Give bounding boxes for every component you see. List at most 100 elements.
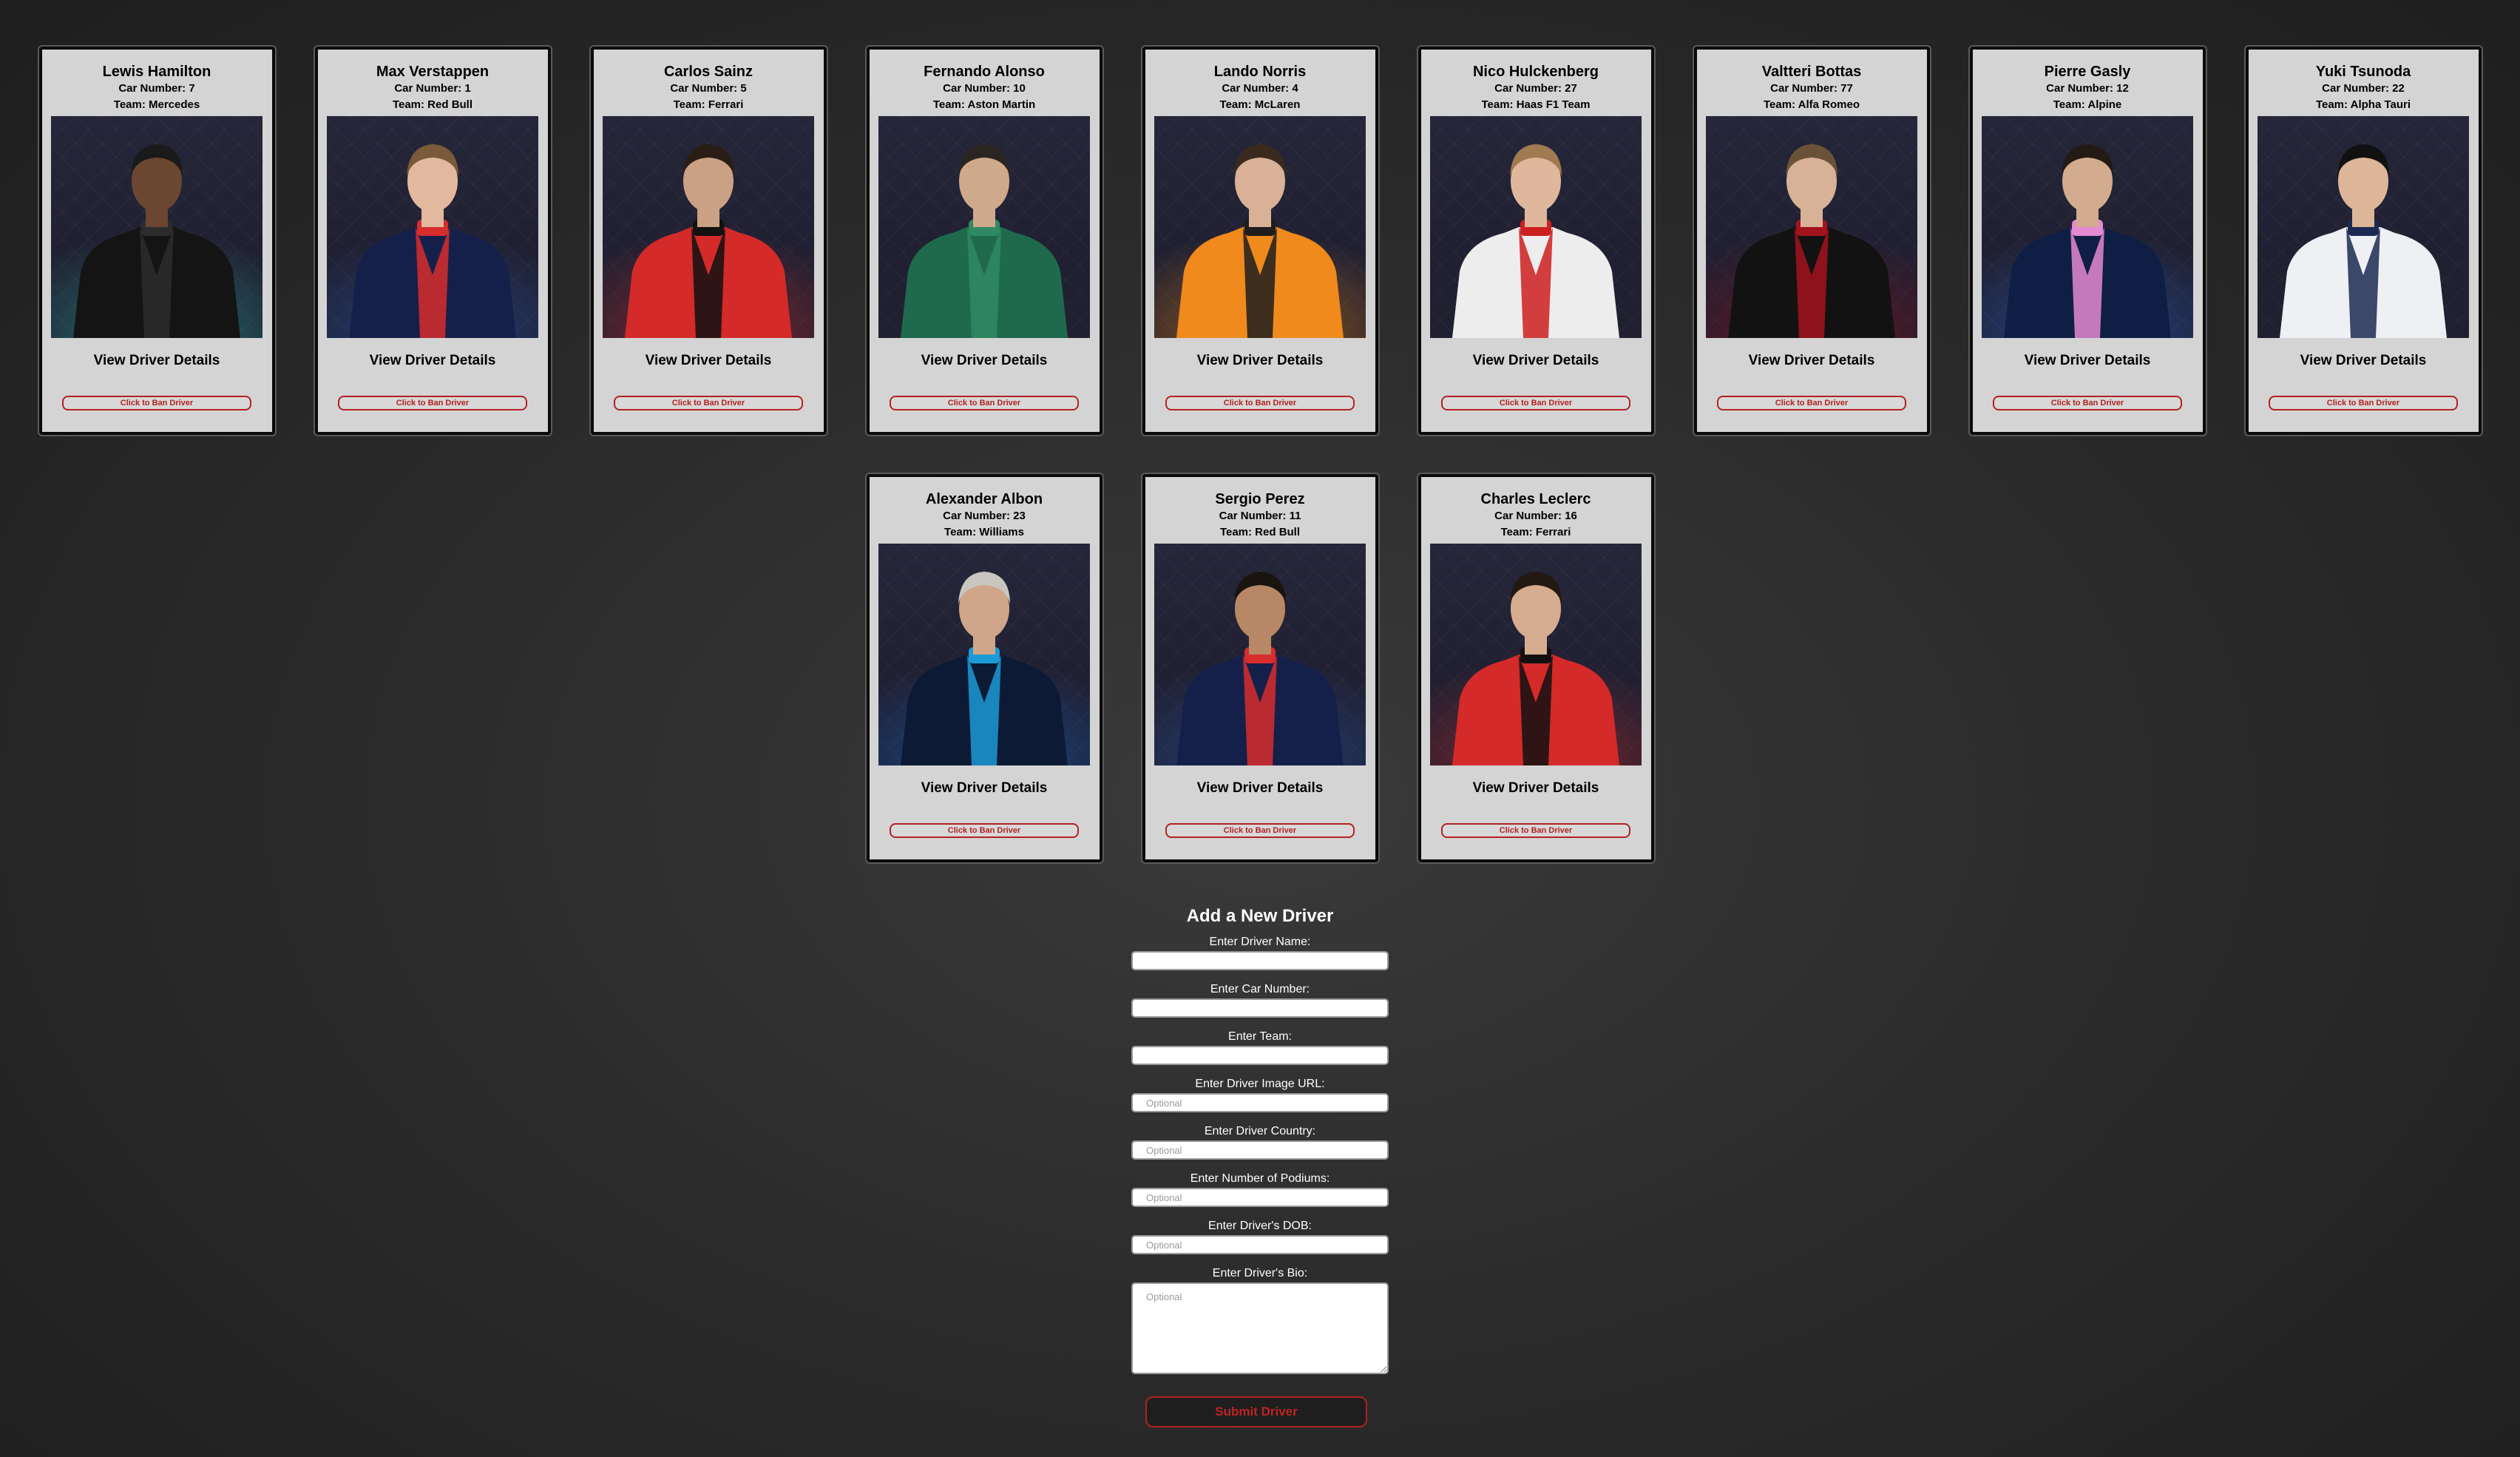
add-driver-form: Add a New Driver Enter Driver Name: Enter… [0,904,2520,1427]
ban-driver-button[interactable]: Click to Ban Driver [890,823,1079,838]
view-driver-details-link[interactable]: View Driver Details [2025,353,2151,369]
driver-photo [603,116,814,338]
driver-name: Lewis Hamilton [102,64,211,80]
driver-card: Alexander Albon Car Number: 23 Team: Wil… [866,474,1102,862]
driver-card: Pierre Gasly Car Number: 12 Team: Alpine [1969,47,2206,435]
form-input-5[interactable] [1131,1188,1389,1207]
driver-team: Team: Alpine [2053,98,2122,111]
view-driver-details-link[interactable]: View Driver Details [1473,780,1599,797]
driver-car-number: Car Number: 27 [1494,82,1577,95]
driver-portrait-image [1154,144,1366,338]
form-title: Add a New Driver [1186,906,1334,926]
field-label: Enter Driver Image URL: [1195,1078,1325,1090]
field-label: Enter Team: [1228,1030,1292,1043]
form-input-4[interactable] [1131,1140,1389,1160]
ban-driver-button[interactable]: Click to Ban Driver [1165,823,1355,838]
ban-driver-button[interactable]: Click to Ban Driver [62,396,251,410]
driver-card: Fernando Alonso Car Number: 10 Team: Ast… [866,47,1102,435]
driver-card: Valtteri Bottas Car Number: 77 Team: Alf… [1693,47,1930,435]
form-input-2[interactable] [1131,1046,1389,1065]
driver-photo [1982,116,2193,338]
driver-car-number: Car Number: 7 [118,82,195,95]
ban-driver-button[interactable]: Click to Ban Driver [1717,396,1906,410]
driver-car-number: Car Number: 4 [1222,82,1298,95]
driver-card: Yuki Tsunoda Car Number: 22 Team: Alpha … [2245,47,2482,435]
driver-team: Team: Williams [944,526,1024,538]
field-label: Enter Car Number: [1210,983,1310,995]
form-input-3[interactable] [1131,1093,1389,1112]
driver-name: Sergio Perez [1215,491,1305,507]
driver-team: Team: McLaren [1219,98,1301,111]
driver-portrait-image [1154,572,1366,765]
ban-driver-button[interactable]: Click to Ban Driver [890,396,1079,410]
driver-car-number: Car Number: 77 [1770,82,1853,95]
driver-photo [1430,116,1642,338]
view-driver-details-link[interactable]: View Driver Details [1197,353,1324,369]
view-driver-details-link[interactable]: View Driver Details [2300,353,2427,369]
driver-car-number: Car Number: 12 [2046,82,2129,95]
ban-driver-button[interactable]: Click to Ban Driver [1441,396,1630,410]
driver-team: Team: Ferrari [1500,526,1571,538]
form-fields: Enter Driver Name: Enter Car Number: Enter… [1131,933,1389,1265]
driver-portrait-image [1706,144,1917,338]
ban-driver-button[interactable]: Click to Ban Driver [614,396,803,410]
driver-card: Charles Leclerc Car Number: 16 Team: Fer… [1418,474,1654,862]
driver-name: Charles Leclerc [1480,491,1591,507]
view-driver-details-link[interactable]: View Driver Details [94,353,220,369]
driver-card: Lewis Hamilton Car Number: 7 Team: Merce… [38,47,275,435]
bio-label: Enter Driver's Bio: [1212,1267,1308,1279]
form-input-1[interactable] [1131,998,1389,1018]
driver-portrait-image [603,144,814,338]
view-driver-details-link[interactable]: View Driver Details [1473,353,1599,369]
driver-portrait-image [1430,144,1642,338]
driver-portrait-image [1430,572,1642,765]
driver-car-number: Car Number: 5 [670,82,747,95]
view-driver-details-link[interactable]: View Driver Details [1749,353,1875,369]
driver-car-number: Car Number: 1 [394,82,471,95]
driver-portrait-image [327,144,538,338]
driver-photo [878,544,1090,765]
driver-photo [1706,116,1917,338]
ban-driver-button[interactable]: Click to Ban Driver [1441,823,1630,838]
driver-photo [327,116,538,338]
driver-photo [1430,544,1642,765]
driver-team: Team: Alfa Romeo [1763,98,1860,111]
driver-name: Max Verstappen [376,64,490,80]
field-label: Enter Driver Country: [1204,1125,1316,1137]
driver-cards-row-2: Alexander Albon Car Number: 23 Team: Wil… [0,474,2520,862]
view-driver-details-link[interactable]: View Driver Details [646,353,772,369]
driver-photo [1154,544,1366,765]
form-input-6[interactable] [1131,1235,1389,1254]
ban-driver-button[interactable]: Click to Ban Driver [1993,396,2182,410]
view-driver-details-link[interactable]: View Driver Details [1197,780,1324,797]
bio-textarea[interactable] [1131,1282,1389,1374]
form-input-0[interactable] [1131,951,1389,970]
driver-photo [2258,116,2469,338]
driver-name: Nico Hulckenberg [1472,64,1599,80]
driver-team: Team: Red Bull [392,98,473,111]
driver-photo [878,116,1090,338]
ban-driver-button[interactable]: Click to Ban Driver [338,396,527,410]
driver-card: Sergio Perez Car Number: 11 Team: Red Bu… [1142,474,1378,862]
driver-car-number: Car Number: 23 [943,510,1026,522]
driver-card: Max Verstappen Car Number: 1 Team: Red B… [314,47,551,435]
driver-portrait-image [878,144,1090,338]
field-label: Enter Driver's DOB: [1208,1220,1312,1232]
ban-driver-button[interactable]: Click to Ban Driver [2269,396,2458,410]
ban-driver-button[interactable]: Click to Ban Driver [1165,396,1355,410]
view-driver-details-link[interactable]: View Driver Details [921,353,1048,369]
driver-car-number: Car Number: 22 [2322,82,2405,95]
driver-team: Team: Alpha Tauri [2315,98,2411,111]
driver-card: Nico Hulckenberg Car Number: 27 Team: Ha… [1418,47,1654,435]
submit-driver-button[interactable]: Submit Driver [1145,1396,1367,1427]
view-driver-details-link[interactable]: View Driver Details [370,353,496,369]
driver-cards-row-1: Lewis Hamilton Car Number: 7 Team: Merce… [0,47,2520,435]
field-label: Enter Number of Podiums: [1190,1172,1330,1185]
driver-photo [1154,116,1366,338]
driver-portrait-image [878,572,1090,765]
driver-name: Valtteri Bottas [1761,64,1862,80]
driver-portrait-image [51,144,262,338]
driver-car-number: Car Number: 11 [1219,510,1301,522]
driver-name: Lando Norris [1213,64,1307,80]
view-driver-details-link[interactable]: View Driver Details [921,780,1048,797]
